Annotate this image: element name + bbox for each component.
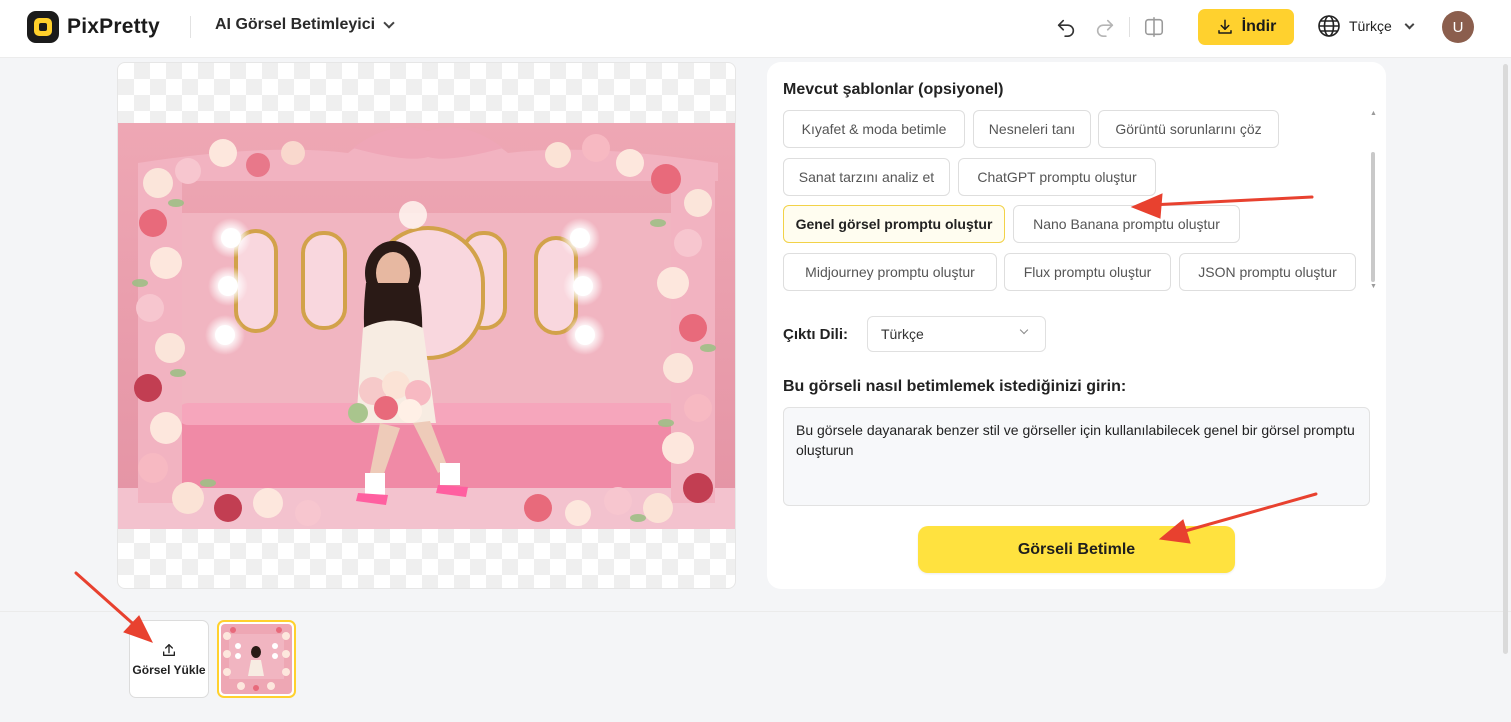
image-canvas (117, 62, 736, 589)
template-chip[interactable]: Midjourney promptu oluştur (783, 253, 997, 291)
top-bar: PixPretty AI Görsel Betimleyici İndir Tü… (0, 0, 1511, 58)
template-chip[interactable]: ChatGPT promptu oluştur (958, 158, 1156, 196)
chevron-down-icon (383, 17, 395, 29)
logo-mark-icon (27, 11, 59, 43)
template-chip[interactable]: Nesneleri tanı (973, 110, 1091, 148)
template-chip[interactable]: Flux promptu oluştur (1004, 253, 1171, 291)
header-icon-divider (1129, 17, 1130, 37)
image-thumbnail[interactable] (217, 620, 296, 698)
templates-title: Mevcut şablonlar (opsiyonel) (783, 81, 1004, 98)
output-language-select[interactable]: Türkçe (867, 316, 1046, 352)
scroll-up-arrow-icon[interactable]: ▲ (1370, 110, 1377, 117)
globe-icon (1318, 15, 1340, 37)
tool-name: AI Görsel Betimleyici (215, 16, 376, 33)
header-divider (190, 16, 191, 38)
language-selector[interactable]: Türkçe (1317, 14, 1415, 38)
settings-panel: Mevcut şablonlar (opsiyonel) Kıyafet & m… (767, 62, 1386, 589)
redo-icon[interactable] (1092, 14, 1118, 40)
brand-name: PixPretty (67, 15, 160, 38)
language-label: Türkçe (1349, 18, 1392, 34)
avatar[interactable]: U (1442, 11, 1474, 43)
template-chip[interactable]: Nano Banana promptu oluştur (1013, 205, 1240, 243)
download-button[interactable]: İndir (1198, 9, 1294, 45)
output-language-value: Türkçe (881, 326, 924, 342)
compare-icon[interactable] (1141, 14, 1167, 40)
thumbnail-image (221, 624, 292, 694)
describe-image-button[interactable]: Görseli Betimle (918, 526, 1235, 573)
template-chip[interactable]: JSON promptu oluştur (1179, 253, 1356, 291)
logo[interactable]: PixPretty (27, 11, 160, 43)
prompt-label: Bu görseli nasıl betimlemek istediğinizi… (783, 378, 1127, 395)
chevron-down-icon (1404, 19, 1415, 29)
chevron-down-icon (1019, 325, 1029, 335)
upload-image-button[interactable]: Görsel Yükle (129, 620, 209, 698)
bottom-divider (0, 611, 1511, 612)
template-chip[interactable]: Kıyafet & moda betimle (783, 110, 965, 148)
templates-scrollbar[interactable] (1371, 152, 1375, 282)
scroll-down-arrow-icon[interactable]: ▼ (1370, 283, 1377, 290)
undo-icon[interactable] (1053, 14, 1079, 40)
template-chip[interactable]: Görüntü sorunlarını çöz (1098, 110, 1279, 148)
upload-icon (163, 643, 175, 656)
upload-label: Görsel Yükle (132, 662, 206, 677)
uploaded-photo (118, 123, 735, 529)
page-scrollbar[interactable] (1503, 64, 1508, 654)
output-language-label: Çıktı Dili: (783, 326, 849, 343)
template-chip-selected[interactable]: Genel görsel promptu oluştur (783, 205, 1005, 243)
download-label: İndir (1241, 18, 1277, 35)
tool-selector[interactable]: AI Görsel Betimleyici (215, 16, 395, 34)
download-icon (1217, 19, 1232, 34)
template-chip[interactable]: Sanat tarzını analiz et (783, 158, 950, 196)
prompt-input[interactable]: Bu görsele dayanarak benzer stil ve görs… (783, 407, 1370, 506)
